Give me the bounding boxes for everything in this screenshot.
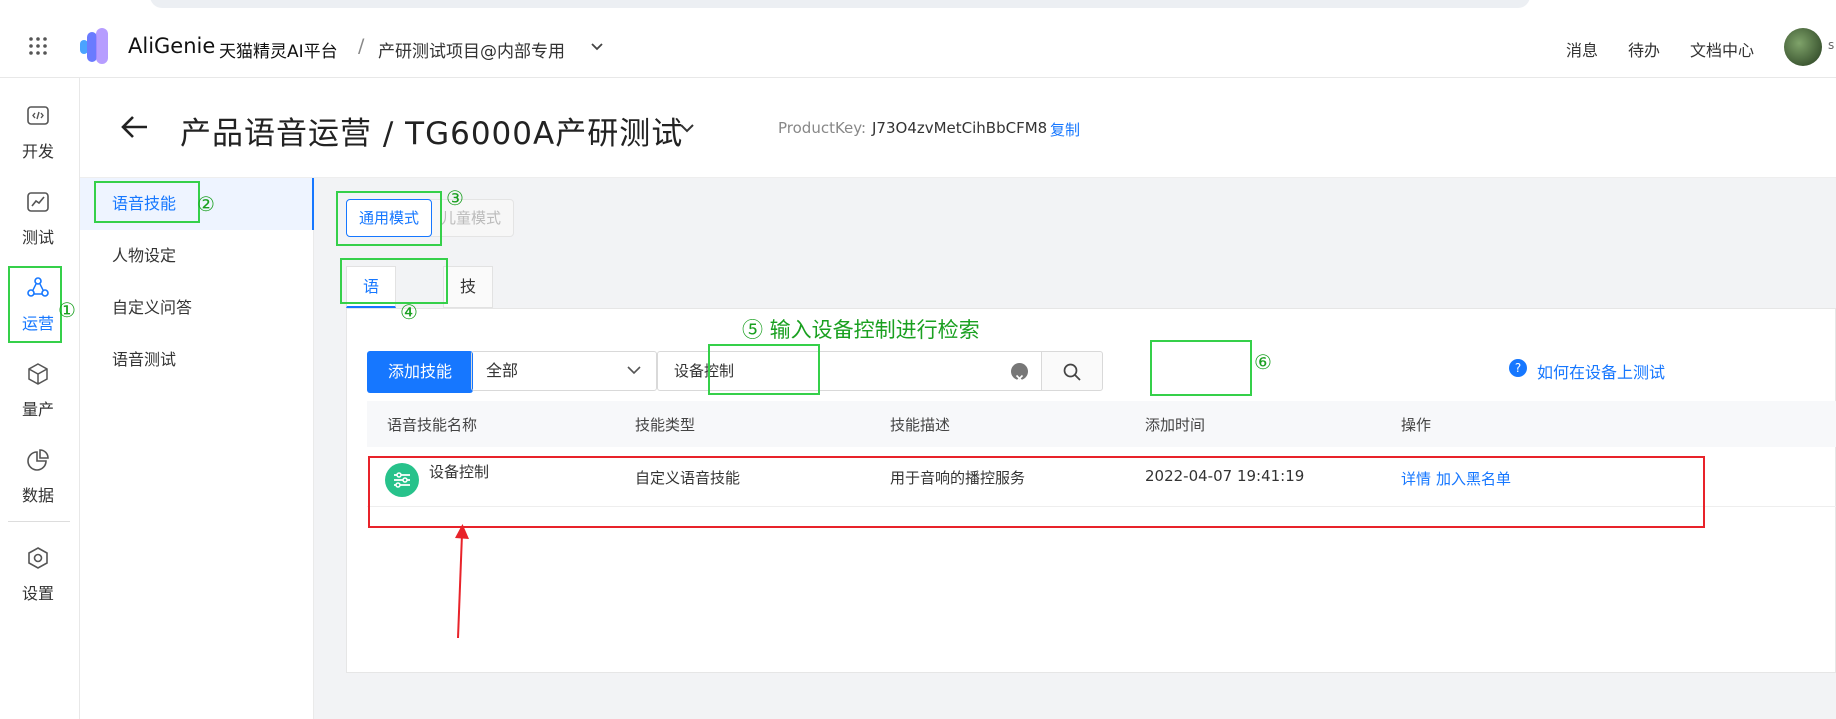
- todo-link[interactable]: 待办: [1628, 37, 1660, 61]
- subnav-item-persona[interactable]: 人物设定: [80, 230, 314, 282]
- nodes-icon: [27, 277, 49, 297]
- skill-description: 用于音响的播控服务: [890, 469, 1026, 487]
- tab-skill-blacklist[interactable]: 技能黑名单: [443, 266, 494, 456]
- nav-item-production[interactable]: 量产: [0, 350, 80, 426]
- code-icon: [27, 106, 49, 125]
- annotation-number-1: ①: [58, 298, 76, 322]
- page-title: 产品语音运营 / TG6000A产研测试: [180, 116, 684, 152]
- annotation-number-3: ③: [446, 186, 464, 210]
- breadcrumb-separator: /: [358, 35, 365, 57]
- help-link[interactable]: 如何在设备上测试: [1537, 359, 1665, 383]
- nav-item-settings[interactable]: 设置: [0, 534, 80, 610]
- column-header: 技能描述: [890, 416, 951, 434]
- select-value: 全部: [486, 361, 519, 380]
- annotation-number-6: ⑥: [1254, 350, 1272, 374]
- brand-subtitle: 天猫精灵AI平台: [219, 42, 338, 62]
- address-bar[interactable]: [150, 0, 1530, 8]
- nav-label: 开发: [21, 142, 54, 161]
- add-to-blacklist-link[interactable]: 加入黑名单: [1436, 468, 1511, 489]
- mode-general-button[interactable]: 通用模式: [346, 199, 433, 237]
- column-header: 语音技能名称: [387, 416, 478, 434]
- skills-panel: 添加技能 全部 设备控制 ? 如何在设备上测试 语音技能名称 技能类型 技能描述…: [346, 308, 1836, 673]
- nav-item-data[interactable]: 数据: [0, 436, 80, 512]
- nav-label: 测试: [21, 228, 54, 247]
- skill-type-select[interactable]: 全部: [471, 351, 657, 391]
- skill-name: 设备控制: [429, 463, 490, 481]
- skill-added-time: 2022-04-07 19:41:19: [1145, 467, 1305, 485]
- search-value: 设备控制: [674, 362, 735, 380]
- nav-item-test[interactable]: 测试: [0, 178, 80, 254]
- help-icon[interactable]: ?: [1509, 359, 1527, 377]
- sub-nav: 语音技能 人物设定 自定义问答 语音测试: [80, 178, 314, 719]
- cube-icon: [28, 363, 48, 385]
- left-nav: 开发 测试 运营 量产 数据 设置: [0, 78, 80, 719]
- table-row: 设备控制 自定义语音技能 用于音响的播控服务 2022-04-07 19:41:…: [367, 447, 1836, 507]
- nav-label: 设置: [21, 584, 54, 603]
- annotation-number-4: ④: [400, 300, 418, 324]
- column-header: 技能类型: [635, 416, 696, 434]
- project-selector[interactable]: 产研测试项目@内部专用: [378, 37, 565, 62]
- column-header: 添加时间: [1145, 416, 1206, 434]
- product-key-value: J73O4zvMetCihBbCFM8: [872, 119, 1048, 137]
- avatar[interactable]: [1784, 28, 1822, 66]
- annotation-text-5: ⑤ 输入设备控制进行检索: [742, 318, 980, 342]
- column-header: 操作: [1401, 416, 1432, 434]
- skill-type: 自定义语音技能: [635, 469, 741, 487]
- hexagon-gear-icon: [28, 547, 48, 569]
- copy-link[interactable]: 复制: [1050, 119, 1080, 140]
- search-input[interactable]: 设备控制: [657, 351, 1043, 391]
- brand-name: AliGenie: [128, 34, 216, 58]
- tab-voice-skills[interactable]: 语音技能: [346, 266, 397, 416]
- table-header: 语音技能名称 技能类型 技能描述 添加时间 操作: [367, 401, 1836, 447]
- chevron-down-icon: [627, 366, 641, 375]
- search-icon: [1063, 363, 1081, 381]
- mode-kids-button[interactable]: 儿童模式: [420, 199, 515, 237]
- nav-label: 数据: [21, 486, 54, 505]
- main-content: 儿童模式 通用模式 技能黑名单 语音技能 添加技能 全部 设备控制 ? 如何在设…: [314, 178, 1836, 719]
- chevron-down-icon[interactable]: [590, 42, 604, 52]
- annotation-number-2: ②: [197, 192, 215, 216]
- app-grid-icon[interactable]: [28, 36, 48, 56]
- page-header: 产品语音运营 / TG6000A产研测试 ProductKey: J73O4zv…: [80, 78, 1836, 178]
- pie-icon: [27, 449, 49, 471]
- add-skill-button[interactable]: 添加技能: [367, 351, 473, 393]
- product-key-label: ProductKey:: [778, 119, 867, 137]
- subnav-item-voice-test[interactable]: 语音测试: [80, 334, 314, 386]
- sliders-icon: [385, 463, 419, 497]
- chart-line-icon: [27, 192, 49, 212]
- back-arrow-icon[interactable]: [120, 114, 150, 140]
- nav-label: 量产: [21, 400, 54, 419]
- search-button[interactable]: [1041, 351, 1103, 391]
- username-truncated: s: [1828, 38, 1835, 52]
- red-arrow-icon: [455, 524, 469, 639]
- clear-icon[interactable]: [1011, 363, 1028, 383]
- nav-item-develop[interactable]: 开发: [0, 92, 80, 168]
- messages-link[interactable]: 消息: [1566, 37, 1598, 61]
- aligenie-logo-icon: [80, 28, 108, 64]
- docs-center-link[interactable]: 文档中心: [1690, 37, 1754, 61]
- nav-divider: [8, 521, 70, 522]
- browser-strip: [0, 0, 1836, 12]
- chevron-down-icon[interactable]: [678, 122, 696, 134]
- subnav-item-custom-qa[interactable]: 自定义问答: [80, 282, 314, 334]
- detail-link[interactable]: 详情: [1401, 468, 1431, 489]
